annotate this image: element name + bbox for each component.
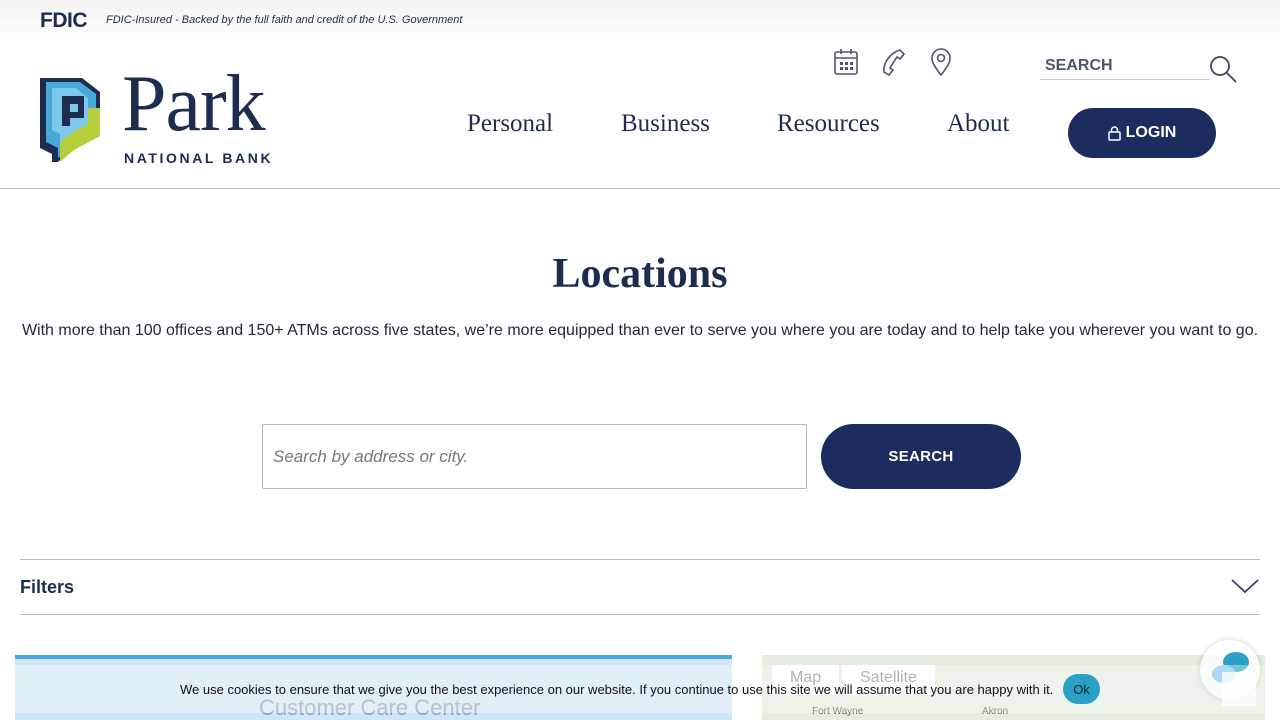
page-title: Locations <box>552 251 728 297</box>
site-search <box>1040 52 1240 84</box>
fdic-bar: FDIC FDIC-Insured - Backed by the full f… <box>0 0 1280 40</box>
nav-about[interactable]: About <box>947 110 1010 138</box>
fdic-tagline: FDIC-Insured - Backed by the full faith … <box>106 14 463 26</box>
chevron-down-icon[interactable] <box>1230 576 1260 596</box>
filters-accordion[interactable]: Filters <box>20 559 1260 615</box>
intro-text: With more than 100 offices and 150+ ATMs… <box>21 322 1259 339</box>
lock-icon <box>1107 125 1121 141</box>
cookie-banner: We use cookies to ensure that we give yo… <box>0 665 1280 713</box>
cookie-text: We use cookies to ensure that we give yo… <box>180 682 1054 697</box>
login-label: LOGIN <box>1125 124 1177 141</box>
location-search-button[interactable]: SEARCH <box>821 424 1021 489</box>
location-pin-icon[interactable] <box>928 48 954 76</box>
site-header: Park NATIONAL BANK Personal Business Res… <box>0 40 1280 189</box>
nav-personal[interactable]: Personal <box>467 110 553 138</box>
login-button[interactable]: LOGIN <box>1068 108 1216 158</box>
nav-resources[interactable]: Resources <box>777 110 880 138</box>
filters-label: Filters <box>20 577 75 597</box>
fdic-logo: FDIC <box>40 9 88 32</box>
cookie-ok-button[interactable]: Ok <box>1063 674 1100 704</box>
location-search-input[interactable] <box>262 424 807 489</box>
calendar-icon[interactable] <box>833 48 859 76</box>
site-search-input[interactable] <box>1040 52 1210 80</box>
phone-icon[interactable] <box>880 48 906 76</box>
brand-subtitle: NATIONAL BANK <box>124 150 274 166</box>
nav-business[interactable]: Business <box>621 110 710 138</box>
brand-name: Park <box>122 60 266 148</box>
brand-logo[interactable]: Park NATIONAL BANK <box>40 64 300 170</box>
park-logo-mark-icon <box>40 78 100 162</box>
search-icon[interactable] <box>1208 54 1238 84</box>
